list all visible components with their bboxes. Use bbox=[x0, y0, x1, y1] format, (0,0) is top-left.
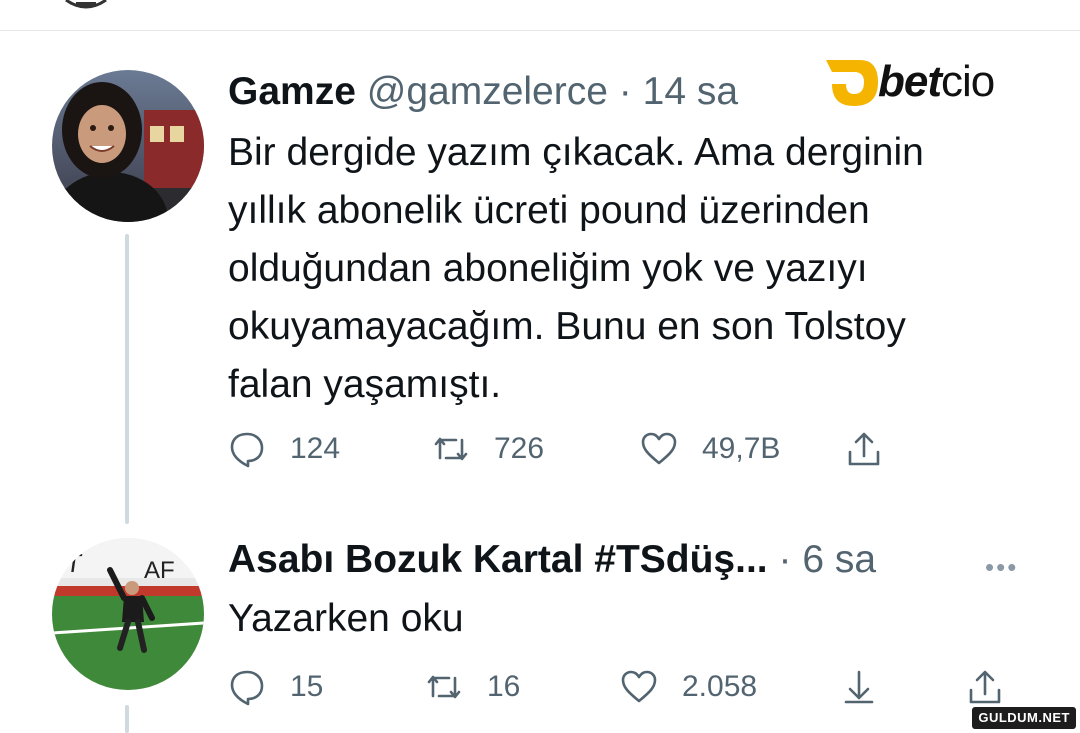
separator-dot: · bbox=[778, 538, 792, 581]
like-button[interactable]: 49,7B bbox=[640, 430, 780, 468]
timestamp[interactable]: 14 sa bbox=[643, 70, 738, 113]
reply-icon bbox=[228, 668, 266, 706]
retweet-button[interactable]: 726 bbox=[432, 430, 544, 468]
separator-dot: · bbox=[618, 70, 632, 113]
share-icon[interactable] bbox=[845, 430, 883, 468]
retweet-count: 726 bbox=[494, 432, 545, 465]
svg-text:AF: AF bbox=[144, 557, 175, 584]
more-options-button[interactable]: ••• bbox=[985, 552, 1018, 583]
text-line: yıllık abonelik ücreti pound üzerinden bbox=[228, 189, 870, 232]
heart-icon bbox=[640, 430, 678, 468]
top-divider bbox=[0, 30, 1080, 31]
site-watermark: GULDUM.NET bbox=[972, 707, 1076, 729]
tweet-text: Yazarken oku bbox=[228, 590, 464, 648]
reply-icon bbox=[228, 430, 266, 468]
like-count: 49,7B bbox=[702, 432, 781, 465]
avatar[interactable]: IT AF bbox=[52, 538, 204, 690]
like-count: 2.058 bbox=[682, 670, 758, 703]
text-line: Bir dergide yazım çıkacak. Ama derginin bbox=[228, 131, 924, 174]
tweet-header: Gamze @gamzelerce · 14 sa bbox=[228, 70, 738, 114]
author-name[interactable]: Asabı Bozuk Kartal #TSdüş... bbox=[228, 538, 768, 581]
brand-name-bold: bet bbox=[878, 57, 942, 106]
author-handle[interactable]: @gamzelerce bbox=[367, 70, 608, 113]
retweet-count: 16 bbox=[487, 670, 521, 703]
reply-button[interactable]: 15 bbox=[228, 668, 323, 706]
brand-name-light: cio bbox=[941, 57, 995, 106]
text-line: okuyamayacağım. Bunu en son Tolstoy bbox=[228, 305, 906, 348]
site-logo-icon bbox=[65, 0, 107, 9]
thread-line bbox=[125, 234, 129, 524]
tweet-header: Asabı Bozuk Kartal #TSdüş... · 6 sa bbox=[228, 538, 876, 582]
avatar[interactable] bbox=[52, 70, 204, 222]
reply-count: 15 bbox=[290, 670, 324, 703]
timestamp[interactable]: 6 sa bbox=[802, 538, 876, 581]
retweet-icon bbox=[432, 430, 470, 468]
svg-text:IT: IT bbox=[56, 548, 83, 578]
brand-logo: betcio bbox=[820, 54, 1030, 110]
author-name[interactable]: Gamze bbox=[228, 70, 356, 113]
text-line: falan yaşamıştı. bbox=[228, 363, 502, 406]
thread-line bbox=[125, 705, 129, 733]
download-icon[interactable] bbox=[840, 668, 878, 706]
brand-mark-icon bbox=[826, 60, 878, 106]
like-button[interactable]: 2.058 bbox=[620, 668, 757, 706]
text-line: Yazarken oku bbox=[228, 597, 464, 640]
reply-button[interactable]: 124 bbox=[228, 430, 340, 468]
retweet-button[interactable]: 16 bbox=[425, 668, 520, 706]
text-line: olduğundan aboneliğim yok ve yazıyı bbox=[228, 247, 868, 290]
heart-icon bbox=[620, 668, 658, 706]
reply-count: 124 bbox=[290, 432, 341, 465]
share-icon[interactable] bbox=[966, 668, 1004, 706]
retweet-icon bbox=[425, 668, 463, 706]
tweet-text: Bir dergide yazım çıkacak. Ama derginin … bbox=[228, 124, 1048, 414]
